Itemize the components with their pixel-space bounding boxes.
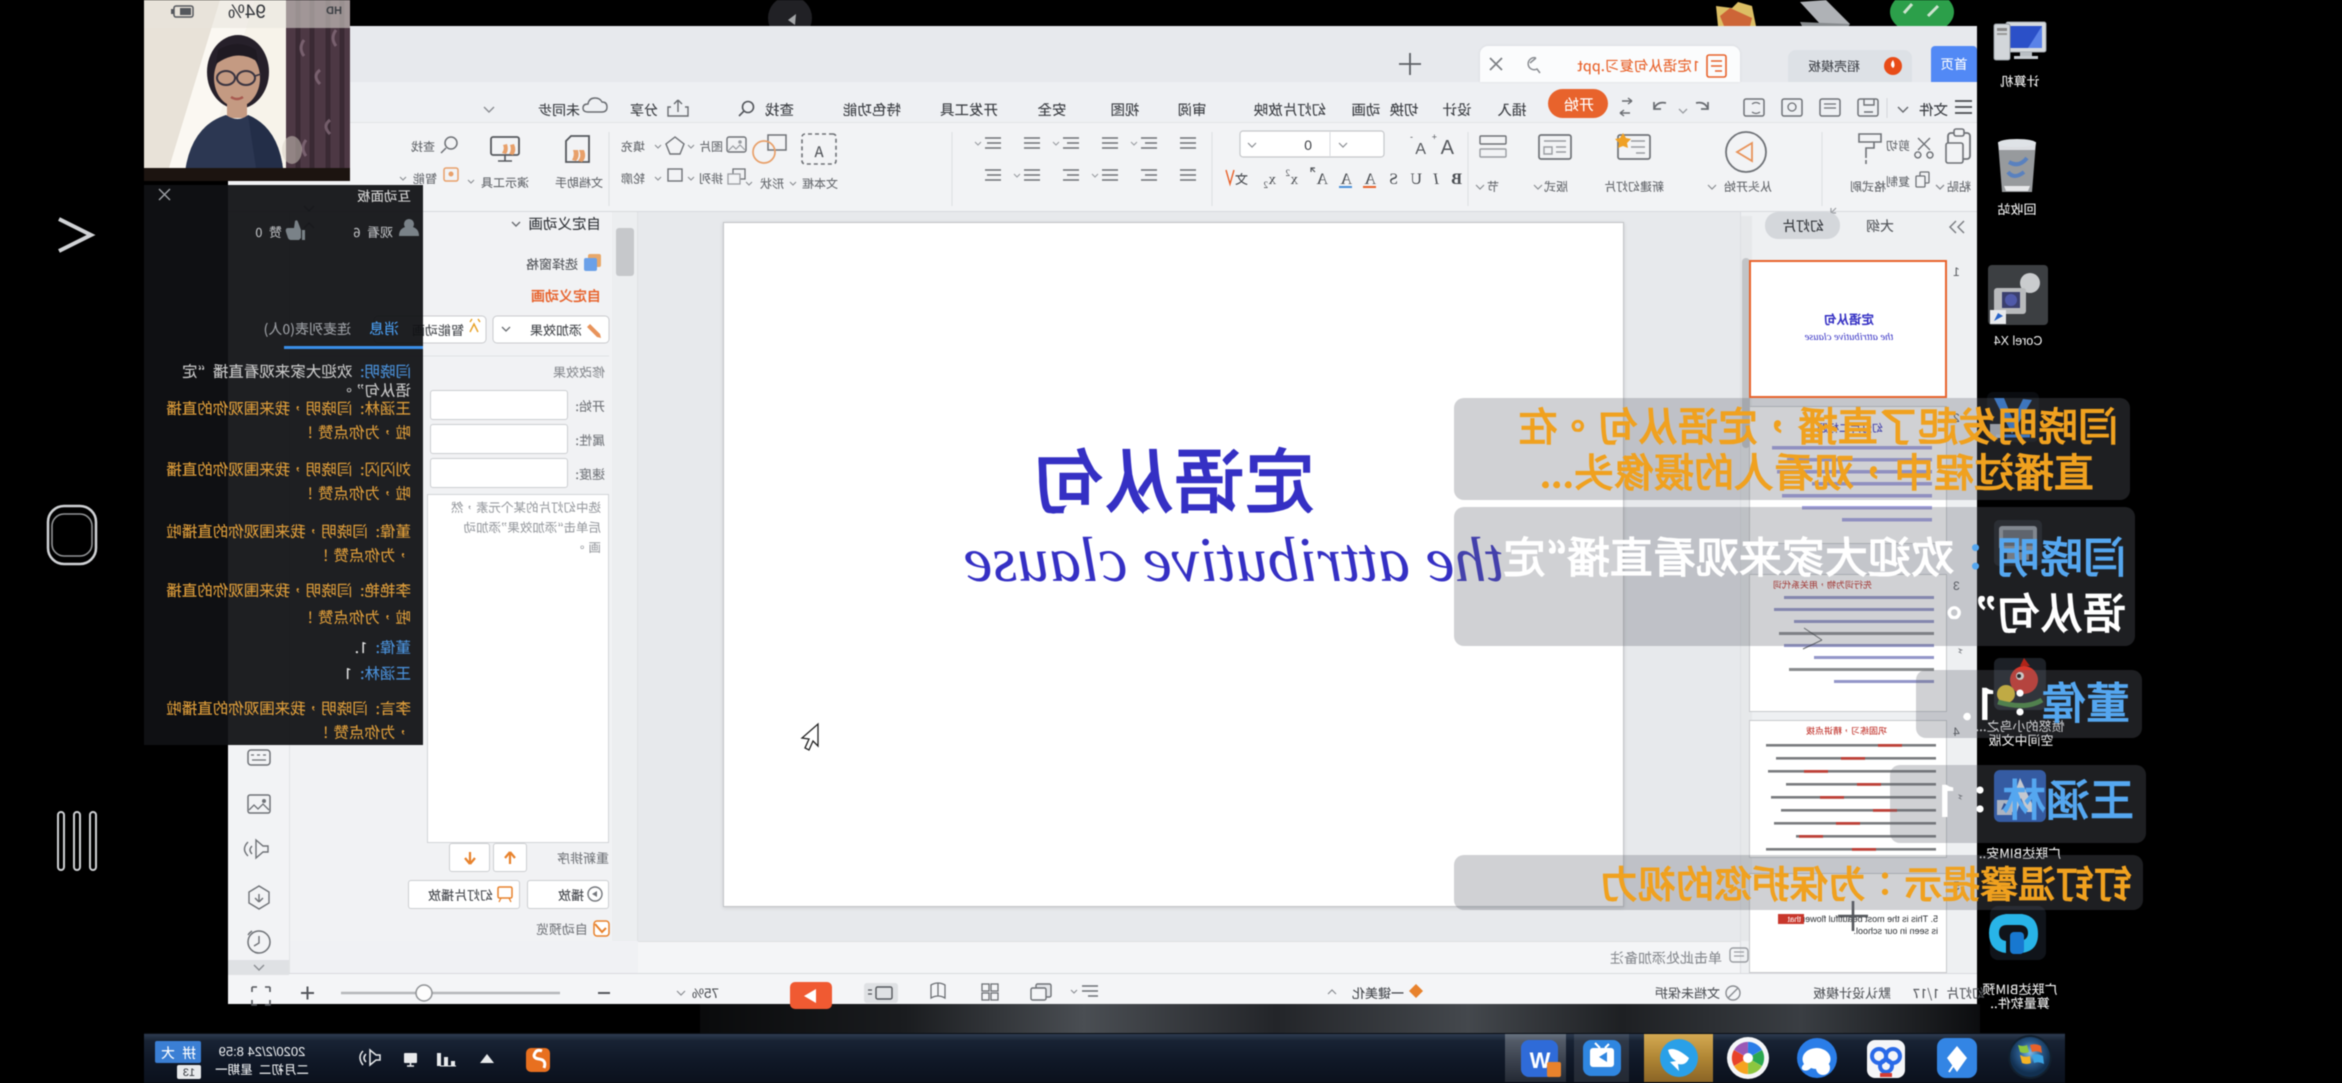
svg-text:Corel X4: Corel X4: [1994, 334, 2043, 348]
svg-text:94%: 94%: [228, 2, 266, 23]
svg-text:HD: HD: [326, 5, 342, 17]
